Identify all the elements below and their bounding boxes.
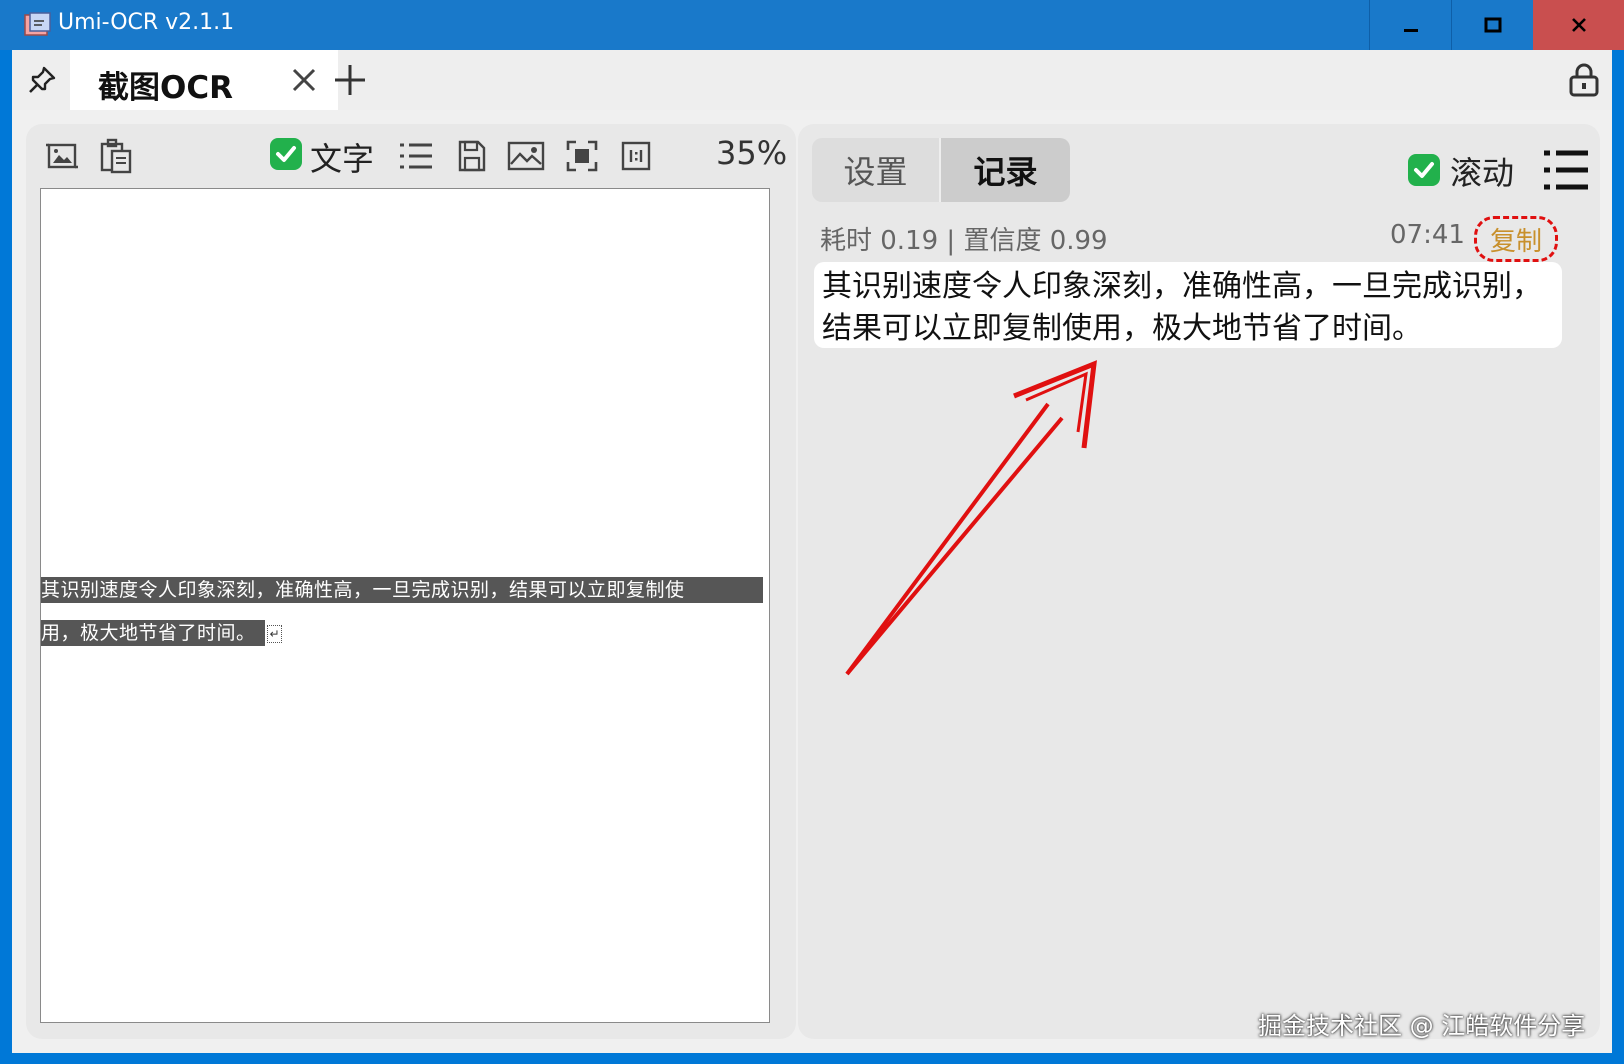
text-toggle-label[interactable]: 文字 — [310, 134, 374, 180]
auto-scroll-toggle[interactable] — [1408, 154, 1440, 186]
show-image-button[interactable] — [506, 136, 546, 176]
app-icon — [24, 12, 51, 36]
save-button[interactable] — [452, 136, 492, 176]
fit-screen-icon — [566, 140, 598, 172]
tab-bar: 截图OCR — [12, 50, 1612, 110]
auto-scroll-label[interactable]: 滚动 — [1450, 148, 1514, 194]
tab-records[interactable]: 记录 — [941, 138, 1070, 202]
minimize-button[interactable] — [1369, 0, 1451, 50]
close-icon — [1571, 18, 1586, 32]
lock-icon[interactable] — [1567, 62, 1601, 98]
pin-icon[interactable] — [24, 62, 60, 98]
tab-close-icon[interactable] — [288, 64, 320, 96]
tab-label: 截图OCR — [98, 70, 233, 106]
maximize-icon — [1484, 17, 1501, 33]
record-text[interactable]: 其识别速度令人印象深刻，准确性高，一旦完成识别，结果可以立即复制使用，极大地节省… — [814, 262, 1562, 348]
watermark: 掘金技术社区 @ 江皓软件分享 — [1258, 1012, 1586, 1040]
save-icon — [458, 140, 486, 172]
screenshot-button[interactable] — [42, 136, 82, 176]
image-panel: 文字 35% 其识别速度令人印象深刻，准确性高，一旦完成识别，结果可以立即复制使… — [26, 124, 796, 1039]
ocr-text-line[interactable]: 用，极大地节省了时间。 — [41, 620, 265, 646]
window-title: Umi-OCR v2.1.1 — [58, 10, 235, 35]
tab-screenshot-ocr[interactable]: 截图OCR — [70, 50, 338, 110]
minimize-icon — [1403, 29, 1418, 32]
record-meta: 耗时 0.19 | 置信度 0.99 — [820, 226, 1108, 256]
image-preview[interactable]: 其识别速度令人印象深刻，准确性高，一旦完成识别，结果可以立即复制使 用，极大地节… — [40, 188, 770, 1023]
title-bar[interactable]: Umi-OCR v2.1.1 — [0, 0, 1624, 50]
add-tab-icon[interactable] — [332, 62, 368, 98]
ocr-text-line[interactable]: 其识别速度令人印象深刻，准确性高，一旦完成识别，结果可以立即复制使 — [41, 577, 763, 603]
checkbox-checked-icon — [270, 138, 302, 170]
actual-size-icon — [621, 141, 651, 171]
record-time: 07:41 — [1390, 220, 1465, 250]
tab-settings[interactable]: 设置 — [812, 138, 941, 202]
image-frame-icon — [46, 143, 78, 169]
list-icon — [400, 143, 432, 169]
fit-to-window-button[interactable] — [562, 136, 602, 176]
clipboard-icon — [100, 138, 132, 174]
menu-icon[interactable] — [1542, 148, 1590, 192]
paste-button[interactable] — [96, 136, 136, 176]
zoom-level: 35% — [716, 134, 788, 172]
result-tabs: 设置 记录 — [812, 138, 1070, 202]
actual-size-button[interactable] — [616, 136, 656, 176]
text-toggle[interactable] — [270, 138, 302, 170]
copy-button[interactable]: 复制 — [1474, 216, 1558, 262]
image-icon — [507, 141, 545, 171]
client-area: 截图OCR 文字 35% 其识别速度令人印象深刻，准确性高，一旦完成识别，结果可… — [12, 50, 1612, 1053]
app-window: Umi-OCR v2.1.1 截图OCR 文字 35% 其识别速度令人印象深刻，… — [0, 0, 1624, 1064]
maximize-button[interactable] — [1451, 0, 1533, 50]
checkbox-checked-icon — [1408, 154, 1440, 186]
text-list-button[interactable] — [396, 136, 436, 176]
annotation-arrow-icon — [845, 360, 1097, 676]
close-window-button[interactable] — [1533, 0, 1624, 50]
return-mark: ↵ — [267, 625, 282, 643]
